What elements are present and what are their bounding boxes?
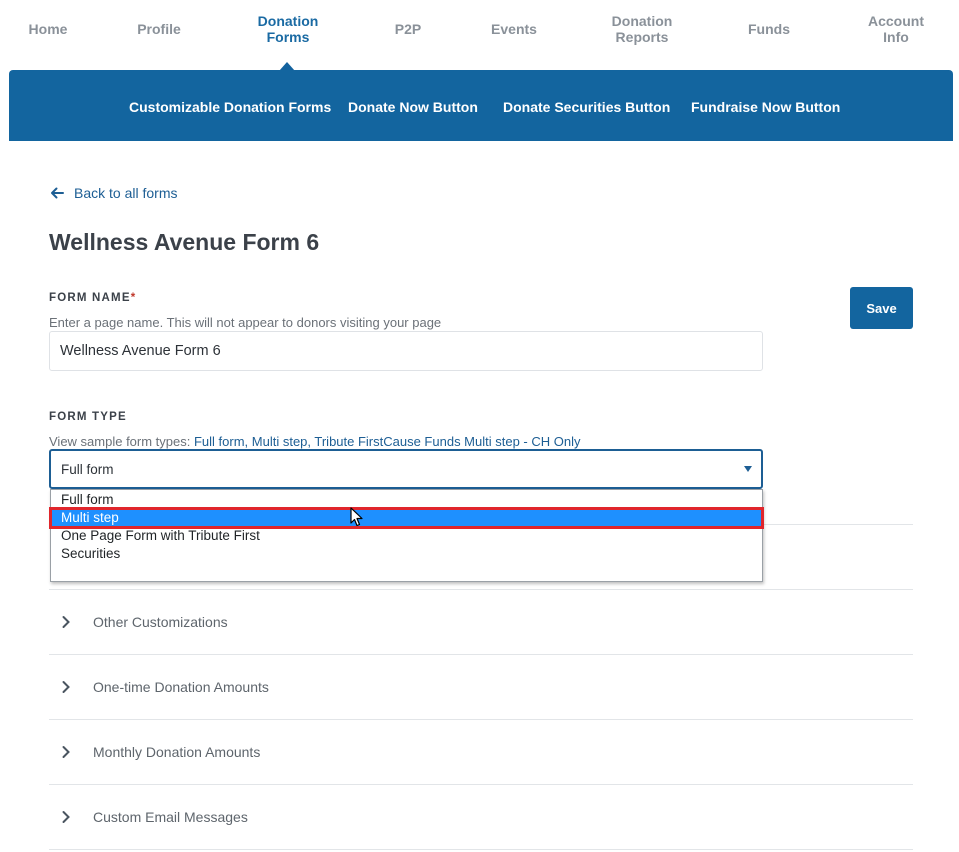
chevron-right-icon bbox=[62, 681, 70, 693]
back-link-label: Back to all forms bbox=[74, 185, 178, 201]
subnav-customizable-donation-forms[interactable]: Customizable Donation Forms bbox=[129, 99, 331, 115]
form-name-label: FORM NAME* bbox=[49, 292, 136, 304]
nav-item-label: Donation bbox=[257, 13, 319, 29]
nav-item-funds[interactable]: Funds bbox=[740, 0, 798, 70]
form-type-options-list: Full form Multi step One Page Form with … bbox=[49, 489, 764, 582]
nav-item-label: Home bbox=[28, 21, 68, 37]
accordion-label: Custom Email Messages bbox=[93, 809, 248, 825]
nav-item-label: P2P bbox=[394, 21, 422, 37]
mouse-cursor-icon bbox=[350, 507, 363, 527]
chevron-right-icon bbox=[62, 616, 70, 628]
page-title: Wellness Avenue Form 6 bbox=[49, 229, 320, 255]
nav-item-p2p[interactable]: P2P bbox=[380, 0, 436, 70]
nav-item-home[interactable]: Home bbox=[18, 0, 78, 70]
subnav-fundraise-now-button[interactable]: Fundraise Now Button bbox=[691, 99, 840, 115]
form-type-label: FORM TYPE bbox=[49, 411, 127, 423]
sub-nav: Customizable Donation Forms Donate Now B… bbox=[9, 70, 953, 141]
nav-item-label-2: Info bbox=[883, 29, 909, 45]
nav-item-account-info[interactable]: Account Info bbox=[856, 0, 936, 70]
accordion-label: Other Customizations bbox=[93, 614, 228, 630]
form-type-help-prefix: View sample form types: bbox=[49, 434, 194, 449]
option-securities[interactable]: Securities bbox=[51, 545, 762, 563]
chevron-right-icon bbox=[62, 811, 70, 823]
nav-item-label: Events bbox=[491, 21, 537, 37]
subnav-donate-securities-button[interactable]: Donate Securities Button bbox=[503, 99, 670, 115]
chevron-right-icon bbox=[62, 746, 70, 758]
form-name-input[interactable] bbox=[49, 331, 763, 371]
form-name-label-text: FORM NAME bbox=[49, 292, 131, 304]
form-type-select[interactable]: Full form bbox=[49, 449, 763, 489]
accordion-label: One-time Donation Amounts bbox=[93, 679, 269, 695]
arrow-left-icon bbox=[51, 187, 64, 199]
nav-item-label: Account bbox=[868, 13, 924, 29]
nav-item-label: Donation bbox=[611, 13, 673, 29]
option-multi-step[interactable]: Multi step bbox=[49, 507, 764, 529]
nav-item-label-2: Reports bbox=[615, 29, 669, 45]
back-to-forms-link[interactable]: Back to all forms bbox=[50, 185, 177, 201]
nav-item-label: Funds bbox=[748, 21, 790, 37]
accordion-custom-email-messages[interactable]: Custom Email Messages bbox=[49, 785, 913, 849]
form-type-selected-value: Full form bbox=[61, 461, 114, 477]
accordion-label: Monthly Donation Amounts bbox=[93, 744, 261, 760]
caret-down-icon bbox=[744, 466, 752, 472]
nav-item-label-2: Forms bbox=[266, 29, 310, 45]
option-one-page-tribute[interactable]: One Page Form with Tribute First bbox=[51, 527, 762, 545]
nav-item-label: Profile bbox=[137, 21, 181, 37]
nav-item-events[interactable]: Events bbox=[480, 0, 548, 70]
accordion-one-time-amounts[interactable]: One-time Donation Amounts bbox=[49, 655, 913, 719]
form-name-help: Enter a page name. This will not appear … bbox=[49, 315, 442, 330]
accordion-monthly-amounts[interactable]: Monthly Donation Amounts bbox=[49, 720, 913, 784]
option-full-form[interactable]: Full form bbox=[51, 491, 762, 509]
accordion-other-customizations[interactable]: Other Customizations bbox=[49, 590, 913, 654]
subnav-donate-now-button[interactable]: Donate Now Button bbox=[348, 99, 478, 115]
top-nav: Home Profile Donation Forms P2P Events D… bbox=[0, 0, 959, 71]
save-button[interactable]: Save bbox=[850, 287, 913, 329]
required-mark: * bbox=[130, 292, 137, 304]
nav-item-donation-forms[interactable]: Donation Forms bbox=[242, 0, 334, 70]
divider bbox=[49, 849, 913, 850]
nav-item-donation-reports[interactable]: Donation Reports bbox=[596, 0, 688, 70]
form-type-help: View sample form types: Full form, Multi… bbox=[49, 434, 580, 449]
sample-form-types-link[interactable]: Full form, Multi step, Tribute FirstCaus… bbox=[194, 434, 581, 449]
nav-item-profile[interactable]: Profile bbox=[124, 0, 194, 70]
